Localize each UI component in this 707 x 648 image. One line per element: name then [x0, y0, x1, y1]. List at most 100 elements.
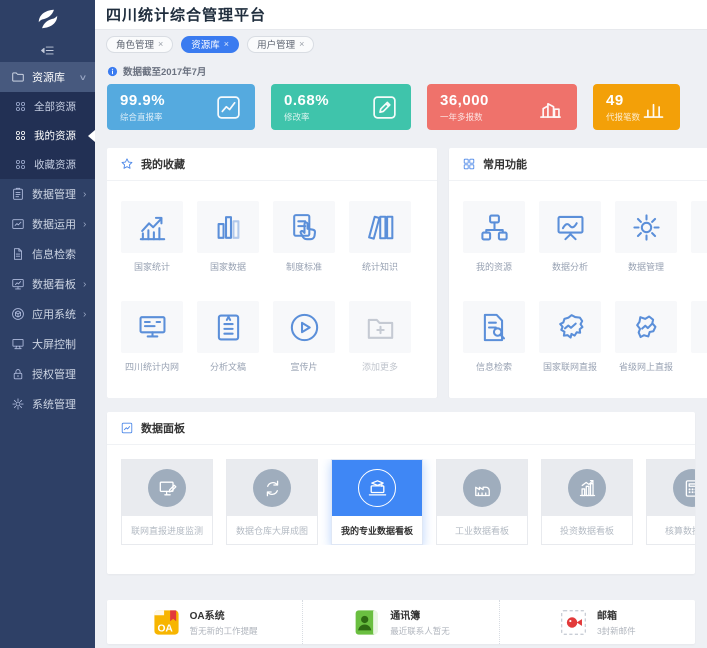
- shortcut-title: OA系统: [190, 607, 258, 622]
- favorite-tile[interactable]: 分析文稿: [197, 301, 259, 373]
- stat-card[interactable]: 0.68% 修改率: [271, 84, 411, 130]
- info-circle-icon: [107, 66, 118, 77]
- favorite-tile[interactable]: 宣传片: [273, 301, 335, 373]
- stat-card[interactable]: 36,000 一年多报数: [427, 84, 577, 130]
- function-tile[interactable]: 国家联网直报: [539, 301, 601, 373]
- function-tile[interactable]: 数据管理: [615, 201, 677, 273]
- dashboard-tile[interactable]: 核算数据看板: [646, 459, 695, 545]
- folder-plus-icon: [364, 311, 397, 344]
- sitemap-icon: [478, 211, 511, 244]
- stat-value: 99.9%: [120, 92, 165, 109]
- sidebar-item-my-resources[interactable]: 我的资源: [0, 121, 95, 150]
- shortcut[interactable]: 通讯簿 最近联系人暂无: [303, 600, 499, 644]
- tile-label: 省级网上直报: [619, 360, 673, 373]
- close-icon[interactable]: ×: [158, 39, 163, 49]
- shortcut[interactable]: OA OA系统 暂无新的工作提醒: [107, 600, 303, 644]
- tile-label: 国家数据: [210, 260, 246, 273]
- sidebar-item-label: 资源库: [32, 69, 65, 85]
- sidebar-item-data-application[interactable]: 数据运用 ›: [0, 209, 95, 239]
- favorite-tile[interactable]: 添加更多: [349, 301, 411, 373]
- sidebar-item-app-systems[interactable]: 应用系统 ›: [0, 299, 95, 329]
- dashboard-tile[interactable]: 我的专业数据看板: [331, 459, 423, 545]
- app-logo: [0, 0, 95, 38]
- favorite-tile[interactable]: 制度标准: [273, 201, 335, 273]
- tile-label: 统计知识: [362, 260, 398, 273]
- function-tile[interactable]: 信息检索: [463, 301, 525, 373]
- stat-card[interactable]: 49 代报笔数: [593, 84, 680, 130]
- sidebar-item-label: 我的资源: [34, 128, 76, 143]
- sidebar-item-label: 数据管理: [32, 186, 76, 202]
- sidebar-item-auth-management[interactable]: 授权管理: [0, 359, 95, 389]
- sidebar-item-data-dashboard[interactable]: 数据看板 ›: [0, 269, 95, 299]
- close-icon[interactable]: ×: [299, 39, 304, 49]
- sidebar: 资源库 ∨ 全部资源 我的资源 收藏资源 数据管理 › 数据运用 › 信息检索 …: [0, 0, 95, 648]
- dashboard-tile[interactable]: 工业数据看板: [436, 459, 528, 545]
- tile-label: 制度标准: [286, 260, 322, 273]
- tab[interactable]: 角色管理 ×: [106, 36, 173, 53]
- sidebar-collapse-button[interactable]: [0, 38, 95, 62]
- tab-label: 用户管理: [257, 37, 295, 51]
- tile-label: 数据分析: [552, 260, 588, 273]
- tab-bar: 角色管理 × 资源库 × 用户管理 ×: [95, 30, 707, 58]
- shortcut-subtitle: 3封新邮件: [597, 625, 636, 637]
- sidebar-item-label: 应用系统: [32, 306, 76, 322]
- china-map-icon: [554, 311, 587, 344]
- shortcut[interactable]: 邮箱 3封新邮件: [500, 600, 695, 644]
- tab[interactable]: 资源库 ×: [181, 36, 239, 53]
- tile-label: 添加更多: [362, 360, 398, 373]
- sidebar-item-label: 信息检索: [32, 246, 76, 262]
- grad-screen-icon: [367, 478, 388, 499]
- tile-label: 数据管理: [628, 260, 664, 273]
- sidebar-item-screen-control[interactable]: 大屏控制: [0, 329, 95, 359]
- address-book-icon: [352, 608, 381, 637]
- favorite-tile[interactable]: 国家统计: [121, 201, 183, 273]
- sidebar-item-all-resources[interactable]: 全部资源: [0, 92, 95, 121]
- monitor-chart-icon: [11, 277, 25, 291]
- grid-dots-icon: [14, 100, 27, 113]
- function-tile[interactable]: [691, 301, 707, 373]
- main-area: 四川统计综合管理平台 角色管理 × 资源库 × 用户管理 × 数据截至2017年…: [95, 0, 707, 648]
- bars-icon: [212, 211, 245, 244]
- function-tile[interactable]: 我的资源: [463, 201, 525, 273]
- screen-icon: [11, 337, 25, 351]
- grid-dots-icon: [14, 158, 27, 171]
- dashboard-title: 数据面板: [107, 412, 695, 445]
- sidebar-item-info-retrieval[interactable]: 信息检索: [0, 239, 95, 269]
- function-tile[interactable]: [691, 201, 707, 273]
- stat-cards: 99.9% 综合直报率 0.68% 修改率 36,000: [107, 84, 707, 130]
- calculator-icon: [682, 478, 696, 499]
- province-map-icon: [630, 311, 663, 344]
- sidebar-item-label: 大屏控制: [32, 336, 76, 352]
- doc-icon: [11, 247, 25, 261]
- tile-label: 宣传片: [290, 360, 317, 373]
- favorites-title: 我的收藏: [107, 148, 437, 181]
- sidebar-item-resource-library[interactable]: 资源库 ∨: [0, 62, 95, 92]
- close-icon[interactable]: ×: [224, 39, 229, 49]
- tile-label: 工业数据看板: [437, 516, 527, 544]
- chevron-down-icon: ∨: [79, 73, 88, 82]
- tab-label: 资源库: [191, 37, 220, 51]
- tile-label: 国家联网直报: [543, 360, 597, 373]
- tile-label: 投资数据看板: [542, 516, 632, 544]
- favorite-tile[interactable]: 统计知识: [349, 201, 411, 273]
- dashboard-tile[interactable]: 数据仓库大屏成图: [226, 459, 318, 545]
- svg-text:OA: OA: [157, 623, 173, 634]
- sidebar-item-favorite-resources[interactable]: 收藏资源: [0, 150, 95, 179]
- functions-panel: 常用功能 我的资源 数据分析: [449, 148, 707, 398]
- monitor-pc-icon: [136, 311, 169, 344]
- chevron-right-icon: ›: [83, 189, 86, 200]
- data-date-info: 数据截至2017年7月: [107, 64, 707, 78]
- function-tile[interactable]: 数据分析: [539, 201, 601, 273]
- shortcut-subtitle: 最近联系人暂无: [390, 625, 450, 637]
- favorite-tile[interactable]: 国家数据: [197, 201, 259, 273]
- sidebar-item-label: 全部资源: [34, 99, 76, 114]
- dashboard-tile[interactable]: 联网直报进度监测: [121, 459, 213, 545]
- sidebar-item-system-management[interactable]: 系统管理: [0, 389, 95, 419]
- stat-card[interactable]: 99.9% 综合直报率: [107, 84, 255, 130]
- books-icon: [364, 211, 397, 244]
- dashboard-tile[interactable]: 投资数据看板: [541, 459, 633, 545]
- favorite-tile[interactable]: 四川统计内网: [121, 301, 183, 373]
- function-tile[interactable]: 省级网上直报: [615, 301, 677, 373]
- sidebar-item-data-management[interactable]: 数据管理 ›: [0, 179, 95, 209]
- tab[interactable]: 用户管理 ×: [247, 36, 314, 53]
